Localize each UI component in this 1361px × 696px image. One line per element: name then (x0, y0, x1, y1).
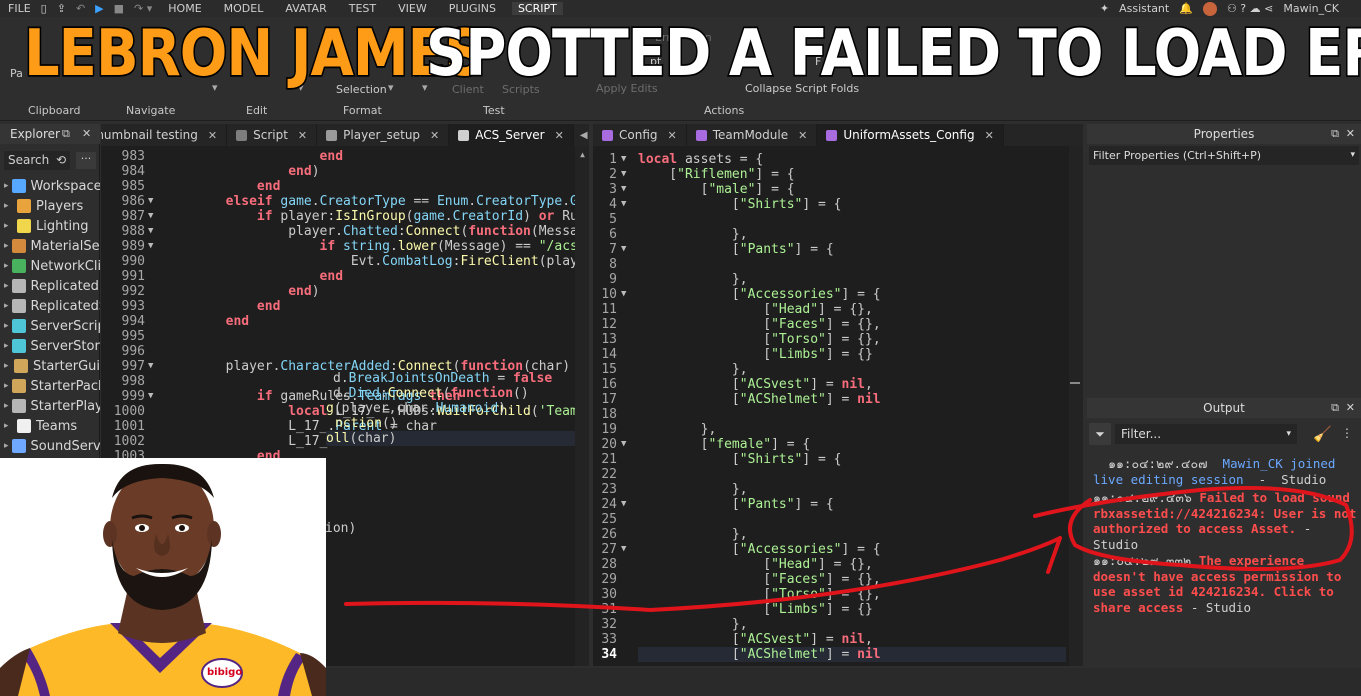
red-annotation (344, 485, 1354, 613)
studio-window: FILE ▯ ⇪ ↶ ▶ ■ ↷ ▾ HOME MODEL AVATAR TES… (0, 0, 1361, 696)
